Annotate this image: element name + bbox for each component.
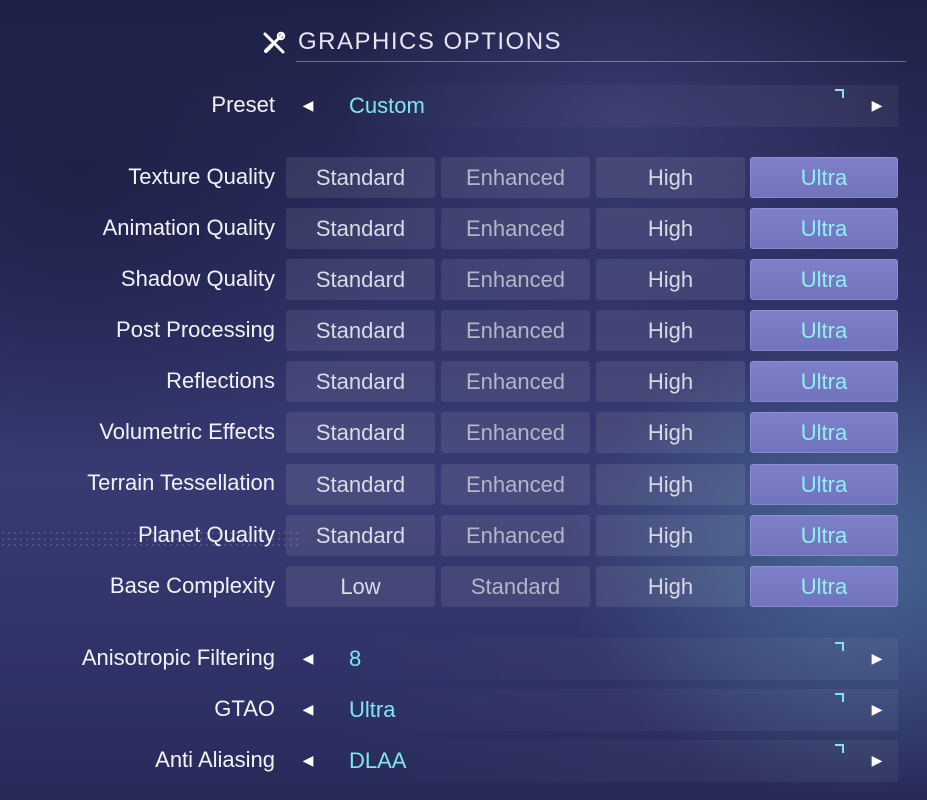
- reflections-label: Reflections: [166, 368, 275, 393]
- preset-selector[interactable]: ◀ Custom ▶: [290, 85, 898, 127]
- gtao-selector[interactable]: ◀ Ultra ▶: [290, 689, 898, 731]
- option-button[interactable]: High: [596, 157, 745, 198]
- preset-next-arrow-icon[interactable]: ▶: [856, 85, 898, 127]
- option-button[interactable]: High: [596, 310, 745, 351]
- option-button[interactable]: Enhanced: [441, 157, 590, 198]
- option-button[interactable]: High: [596, 361, 745, 402]
- planet-quality-options: Standard Enhanced High Ultra: [286, 515, 898, 556]
- post-processing-label: Post Processing: [116, 317, 275, 342]
- option-button-selected[interactable]: Ultra: [750, 208, 898, 249]
- option-button-selected[interactable]: Ultra: [750, 361, 898, 402]
- base-complexity-options: Low Standard High Ultra: [286, 566, 898, 607]
- option-button[interactable]: Standard: [286, 310, 435, 351]
- animation-quality-options: Standard Enhanced High Ultra: [286, 208, 898, 249]
- option-button[interactable]: Standard: [286, 208, 435, 249]
- anisotropic-filtering-selector[interactable]: ◀ 8 ▶: [290, 638, 898, 680]
- volumetric-effects-options: Standard Enhanced High Ultra: [286, 412, 898, 453]
- option-button[interactable]: Standard: [441, 566, 590, 607]
- page-title: GRAPHICS OPTIONS: [298, 28, 563, 55]
- post-processing-options: Standard Enhanced High Ultra: [286, 310, 898, 351]
- option-button[interactable]: Enhanced: [441, 464, 590, 505]
- shadow-quality-label: Shadow Quality: [120, 266, 275, 291]
- option-button[interactable]: Enhanced: [441, 361, 590, 402]
- option-button[interactable]: High: [596, 515, 745, 556]
- shadow-quality-options: Standard Enhanced High Ultra: [286, 259, 898, 300]
- option-button-selected[interactable]: Ultra: [750, 464, 898, 505]
- option-button[interactable]: Enhanced: [441, 412, 590, 453]
- gtao-value: Ultra: [349, 697, 396, 722]
- option-button-selected[interactable]: Ultra: [750, 310, 898, 351]
- option-button[interactable]: Enhanced: [441, 259, 590, 300]
- texture-quality-label: Texture Quality: [128, 164, 275, 189]
- anti-aliasing-value: DLAA: [349, 748, 407, 773]
- option-button-selected[interactable]: Ultra: [750, 566, 898, 607]
- title-underline: [296, 61, 906, 62]
- section-header: GRAPHICS OPTIONS: [262, 26, 906, 62]
- preset-prev-arrow-icon[interactable]: ◀: [290, 85, 326, 127]
- texture-quality-options: Standard Enhanced High Ultra: [286, 157, 898, 198]
- option-button[interactable]: Enhanced: [441, 208, 590, 249]
- anti-aliasing-selector[interactable]: ◀ DLAA ▶: [290, 740, 898, 782]
- option-button[interactable]: High: [596, 566, 745, 607]
- reflections-options: Standard Enhanced High Ultra: [286, 361, 898, 402]
- tools-icon: [263, 31, 286, 54]
- option-button[interactable]: Standard: [286, 157, 435, 198]
- anisotropic-filtering-label: Anisotropic Filtering: [81, 645, 275, 670]
- option-button-selected[interactable]: Ultra: [750, 412, 898, 453]
- corner-bracket-icon: [835, 89, 844, 98]
- terrain-tessellation-options: Standard Enhanced High Ultra: [286, 464, 898, 505]
- option-button[interactable]: Standard: [286, 259, 435, 300]
- option-button-selected[interactable]: Ultra: [750, 157, 898, 198]
- option-button-selected[interactable]: Ultra: [750, 259, 898, 300]
- option-button[interactable]: High: [596, 464, 745, 505]
- next-arrow-icon[interactable]: ▶: [856, 740, 898, 782]
- option-button[interactable]: Enhanced: [441, 515, 590, 556]
- option-button[interactable]: Low: [286, 566, 435, 607]
- option-button[interactable]: Standard: [286, 515, 435, 556]
- corner-bracket-icon: [835, 693, 844, 702]
- base-complexity-label: Base Complexity: [109, 573, 275, 598]
- next-arrow-icon[interactable]: ▶: [856, 689, 898, 731]
- option-button[interactable]: High: [596, 412, 745, 453]
- prev-arrow-icon[interactable]: ◀: [290, 638, 326, 680]
- animation-quality-label: Animation Quality: [102, 215, 275, 240]
- option-button-selected[interactable]: Ultra: [750, 515, 898, 556]
- corner-bracket-icon: [835, 642, 844, 651]
- option-button[interactable]: Standard: [286, 361, 435, 402]
- terrain-tessellation-label: Terrain Tessellation: [87, 470, 275, 495]
- volumetric-effects-label: Volumetric Effects: [99, 419, 275, 444]
- option-button[interactable]: Enhanced: [441, 310, 590, 351]
- preset-value: Custom: [349, 93, 425, 118]
- option-button[interactable]: Standard: [286, 412, 435, 453]
- corner-bracket-icon: [835, 744, 844, 753]
- option-button[interactable]: High: [596, 259, 745, 300]
- prev-arrow-icon[interactable]: ◀: [290, 689, 326, 731]
- option-button[interactable]: High: [596, 208, 745, 249]
- next-arrow-icon[interactable]: ▶: [856, 638, 898, 680]
- anti-aliasing-label: Anti Aliasing: [155, 747, 275, 772]
- planet-quality-label: Planet Quality: [138, 522, 275, 547]
- option-button[interactable]: Standard: [286, 464, 435, 505]
- anisotropic-filtering-value: 8: [349, 646, 362, 671]
- prev-arrow-icon[interactable]: ◀: [290, 740, 326, 782]
- selector-track: [326, 638, 856, 680]
- gtao-label: GTAO: [214, 696, 275, 721]
- selector-track: [326, 689, 856, 731]
- preset-label: Preset: [211, 92, 275, 117]
